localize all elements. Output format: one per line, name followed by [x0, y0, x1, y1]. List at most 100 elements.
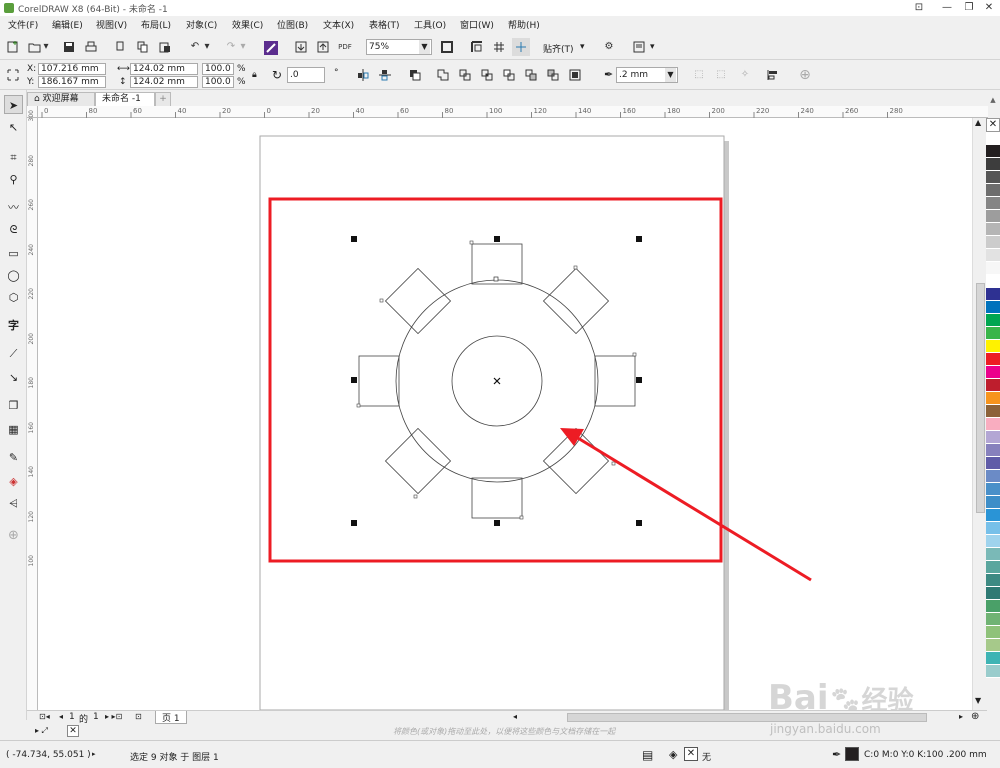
- scroll-left-icon[interactable]: ◂: [513, 712, 517, 721]
- connector-tool-icon[interactable]: ↘: [4, 368, 23, 387]
- mirror-vertical-icon[interactable]: [376, 66, 394, 84]
- application-launcher-icon[interactable]: [630, 38, 648, 56]
- color-swatch[interactable]: [986, 301, 1000, 314]
- artistic-media-icon[interactable]: ᘓ: [4, 220, 23, 239]
- color-swatch[interactable]: [986, 418, 1000, 431]
- color-proof-icon[interactable]: ▤: [642, 748, 653, 762]
- color-swatch[interactable]: [986, 288, 1000, 301]
- menu-effects[interactable]: 效果(C): [232, 18, 263, 31]
- color-swatch[interactable]: [986, 132, 1000, 145]
- cut-icon[interactable]: [112, 38, 130, 56]
- full-screen-icon[interactable]: [438, 38, 456, 56]
- first-page-icon[interactable]: ⊡◂: [39, 712, 50, 721]
- color-swatch[interactable]: [986, 652, 1000, 665]
- color-swatch[interactable]: [986, 548, 1000, 561]
- transparency-icon[interactable]: ▦: [4, 420, 23, 439]
- color-swatch[interactable]: [986, 405, 1000, 418]
- outline-width-select[interactable]: .2 mm ▼: [616, 67, 678, 83]
- drawing-canvas[interactable]: Bai🐾︎经验: [38, 118, 978, 718]
- freehand-tool-icon[interactable]: 〰: [4, 198, 23, 217]
- menu-bitmaps[interactable]: 位图(B): [277, 18, 308, 31]
- tab-welcome[interactable]: ⌂ 欢迎屏幕: [27, 92, 95, 106]
- menu-window[interactable]: 窗口(W): [460, 18, 494, 31]
- quick-trace-icon[interactable]: ⬚: [690, 66, 708, 84]
- tab-page-1[interactable]: 页 1: [155, 711, 187, 724]
- new-tab-button[interactable]: +: [155, 92, 171, 106]
- parallel-dimension-icon[interactable]: ⟋: [4, 344, 23, 363]
- snap-to-dropdown[interactable]: 贴齐(T): [543, 42, 574, 55]
- color-swatch[interactable]: [986, 626, 1000, 639]
- pick-tool-icon[interactable]: ➤: [4, 95, 23, 114]
- smart-fill-icon[interactable]: ⩤: [4, 494, 23, 513]
- menu-object[interactable]: 对象(C): [186, 18, 217, 31]
- menu-file[interactable]: 文件(F): [8, 18, 38, 31]
- zoom-tool-icon[interactable]: ⚲: [4, 170, 23, 189]
- lock-ratio-icon[interactable]: 🔒︎: [252, 70, 257, 80]
- scale-y-input[interactable]: 100.0: [202, 76, 234, 88]
- menu-table[interactable]: 表格(T): [369, 18, 400, 31]
- color-swatch[interactable]: [986, 470, 1000, 483]
- simplify-icon[interactable]: [500, 66, 518, 84]
- scale-x-input[interactable]: 100.0: [202, 63, 234, 75]
- color-swatch[interactable]: [986, 522, 1000, 535]
- fill-none-swatch[interactable]: ✕: [684, 747, 698, 761]
- prev-page-icon[interactable]: ◂: [59, 712, 63, 721]
- interactive-fill-icon[interactable]: ◈: [4, 472, 23, 491]
- add-toolbar-icon[interactable]: ⊕: [796, 66, 814, 84]
- width-input[interactable]: 124.02 mm: [130, 63, 198, 75]
- color-swatch[interactable]: [986, 431, 1000, 444]
- color-swatch[interactable]: [986, 353, 1000, 366]
- scroll-right-icon[interactable]: ▸: [959, 712, 963, 721]
- color-swatch[interactable]: [986, 184, 1000, 197]
- fill-bucket-icon[interactable]: ◈: [669, 748, 677, 761]
- chevron-down-icon[interactable]: ▾: [580, 42, 585, 52]
- polygon-tool-icon[interactable]: ⬡: [4, 288, 23, 307]
- next-page-icon[interactable]: ▸ ▸⊡: [105, 712, 122, 721]
- menu-view[interactable]: 视图(V): [96, 18, 127, 31]
- color-swatch[interactable]: [986, 379, 1000, 392]
- scroll-thumb[interactable]: [976, 283, 985, 513]
- color-swatch[interactable]: [986, 496, 1000, 509]
- color-swatch[interactable]: [986, 236, 1000, 249]
- color-swatch[interactable]: [986, 535, 1000, 548]
- export-icon[interactable]: [314, 38, 332, 56]
- undo-dropdown-icon[interactable]: ▾: [202, 38, 212, 56]
- create-boundary-icon[interactable]: [566, 66, 584, 84]
- color-swatch[interactable]: [986, 366, 1000, 379]
- vertical-ruler[interactable]: 300 280 260 240 220 200 180 160 140 120 100: [27, 110, 38, 710]
- show-guidelines-icon[interactable]: [512, 38, 530, 56]
- search-content-icon[interactable]: [262, 38, 280, 56]
- break-apart-icon[interactable]: ✧: [736, 66, 754, 84]
- drop-shadow-icon[interactable]: ❐: [4, 396, 23, 415]
- no-color-swatch[interactable]: ✕: [986, 118, 1000, 132]
- color-swatch[interactable]: [986, 639, 1000, 652]
- zoom-level-select[interactable]: 75% ▼: [366, 39, 432, 55]
- save-icon[interactable]: [60, 38, 78, 56]
- color-swatch[interactable]: [986, 197, 1000, 210]
- palette-arrow-icon[interactable]: ▸ ⤢: [35, 726, 48, 736]
- chevron-down-icon[interactable]: ▾: [41, 38, 51, 56]
- color-swatch[interactable]: [986, 574, 1000, 587]
- vertical-scrollbar[interactable]: ▲ ▼: [972, 118, 986, 710]
- front-minus-back-icon[interactable]: [522, 66, 540, 84]
- outline-color-swatch[interactable]: [845, 747, 859, 761]
- align-distribute-icon[interactable]: [764, 66, 782, 84]
- no-color-icon[interactable]: ✕: [67, 725, 79, 737]
- weld-icon[interactable]: [434, 66, 452, 84]
- navigator-icon[interactable]: ⊕: [971, 711, 979, 722]
- color-swatch[interactable]: [986, 457, 1000, 470]
- color-swatch[interactable]: [986, 613, 1000, 626]
- scroll-up-icon[interactable]: ▲: [975, 118, 981, 127]
- trim-icon[interactable]: [456, 66, 474, 84]
- color-swatch[interactable]: [986, 145, 1000, 158]
- x-position-input[interactable]: 107.216 mm: [38, 63, 106, 75]
- color-palette[interactable]: [986, 132, 1000, 722]
- scroll-down-icon[interactable]: ▼: [975, 696, 981, 705]
- color-swatch[interactable]: [986, 275, 1000, 288]
- color-swatch[interactable]: [986, 509, 1000, 522]
- copy-icon[interactable]: [134, 38, 152, 56]
- show-rulers-icon[interactable]: [468, 38, 486, 56]
- menu-text[interactable]: 文本(X): [323, 18, 354, 31]
- color-swatch[interactable]: [986, 210, 1000, 223]
- show-grid-icon[interactable]: [490, 38, 508, 56]
